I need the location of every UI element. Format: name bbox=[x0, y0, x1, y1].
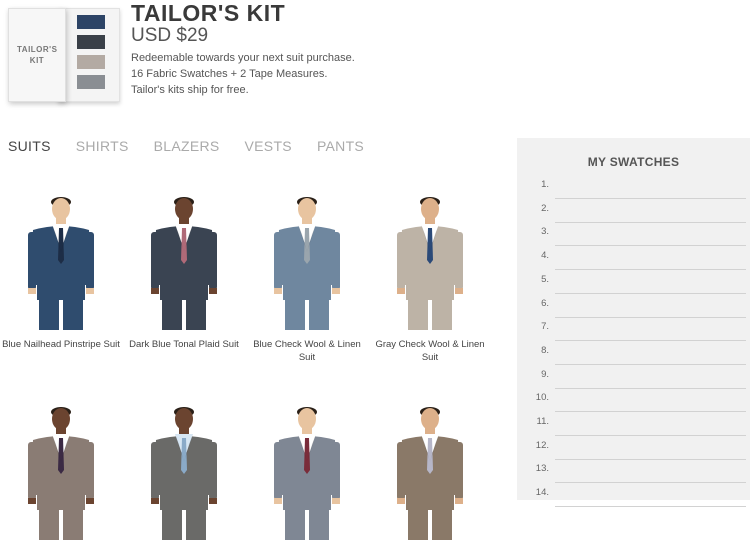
suit-figure-icon bbox=[28, 197, 94, 330]
kit-box-text: TAILOR'S KIT bbox=[17, 45, 58, 65]
swatch-slot[interactable]: 2. bbox=[517, 199, 750, 223]
swatch-slot[interactable]: 4. bbox=[517, 246, 750, 271]
suit-figure-icon bbox=[28, 407, 94, 540]
kit-price: USD $29 bbox=[131, 25, 209, 46]
tab-shirts[interactable]: SHIRTS bbox=[76, 138, 129, 154]
swatch-slot-number: 7. bbox=[541, 321, 549, 333]
fabric-swatch bbox=[77, 75, 105, 89]
suit-model-image bbox=[246, 400, 368, 540]
product-card[interactable]: Blue Nailhead Pinstripe Suit bbox=[0, 190, 122, 351]
suit-figure-icon bbox=[397, 407, 463, 540]
swatch-slot-number: 3. bbox=[541, 226, 549, 238]
swatch-slot[interactable]: 6. bbox=[517, 294, 750, 318]
suit-figure-icon bbox=[151, 197, 217, 330]
tailors-kit-image[interactable]: TAILOR'S KIT bbox=[8, 8, 120, 102]
suit-model-image bbox=[123, 400, 245, 540]
suit-model-image bbox=[369, 400, 491, 540]
swatch-slot[interactable]: 3. bbox=[517, 222, 750, 247]
swatch-slot-number: 9. bbox=[541, 368, 549, 380]
kit-description: Redeemable towards your next suit purcha… bbox=[131, 50, 355, 98]
my-swatches-title: MY SWATCHES bbox=[587, 155, 680, 169]
kit-desc-line: Redeemable towards your next suit purcha… bbox=[131, 52, 355, 64]
suit-model-image bbox=[246, 190, 368, 330]
swatch-slot-line bbox=[555, 506, 746, 508]
product-card[interactable]: Gray Check Wool & Linen Suit bbox=[369, 190, 491, 364]
product-name[interactable]: Gray Check Wool & Linen Suit bbox=[369, 338, 491, 364]
tab-suits[interactable]: SUITS bbox=[8, 138, 51, 154]
swatch-slot[interactable]: 11. bbox=[517, 412, 750, 436]
tab-blazers[interactable]: BLAZERS bbox=[154, 138, 220, 154]
suit-figure-icon bbox=[274, 407, 340, 540]
fabric-swatch bbox=[77, 35, 105, 49]
kit-title: TAILOR'S KIT bbox=[131, 0, 286, 26]
product-card[interactable] bbox=[123, 400, 245, 540]
suit-figure-icon bbox=[274, 197, 340, 330]
suit-model-image bbox=[123, 190, 245, 330]
swatch-slot[interactable]: 8. bbox=[517, 341, 750, 365]
suit-model-image bbox=[0, 400, 122, 540]
kit-desc-line: Tailor's kits ship for free. bbox=[131, 84, 249, 96]
swatch-slot-number: 11. bbox=[536, 416, 549, 427]
swatch-slot[interactable]: 12. bbox=[517, 436, 750, 460]
suit-figure-icon bbox=[397, 197, 463, 330]
product-card[interactable] bbox=[369, 400, 491, 540]
swatch-slot-number: 4. bbox=[541, 250, 549, 262]
kit-box-label: TAILOR'S KIT bbox=[8, 8, 66, 102]
product-card[interactable]: Dark Blue Tonal Plaid Suit bbox=[123, 190, 245, 351]
category-tabs: SUITS SHIRTS BLAZERS VESTS PANTS bbox=[8, 138, 389, 154]
swatch-slot-number: 6. bbox=[541, 297, 549, 309]
swatch-slot[interactable]: 14. bbox=[517, 483, 750, 508]
swatch-slot[interactable]: 7. bbox=[517, 317, 750, 342]
swatch-slot[interactable]: 13. bbox=[517, 459, 750, 484]
product-name[interactable]: Blue Nailhead Pinstripe Suit bbox=[0, 338, 122, 351]
product-card[interactable] bbox=[246, 400, 368, 540]
suit-model-image bbox=[369, 190, 491, 330]
product-name[interactable]: Blue Check Wool & Linen Suit bbox=[246, 338, 368, 364]
my-swatches-panel: MY SWATCHES 1. 2. 3. 4. 5. 6. 7. 8. 9. 10. 11. 12. 1… bbox=[517, 138, 750, 508]
swatch-slot[interactable]: 5. bbox=[517, 270, 750, 294]
product-card[interactable]: Blue Check Wool & Linen Suit bbox=[246, 190, 368, 364]
tab-vests[interactable]: VESTS bbox=[245, 138, 292, 154]
fabric-swatch bbox=[77, 55, 105, 69]
product-name[interactable]: Dark Blue Tonal Plaid Suit bbox=[123, 338, 245, 351]
swatch-slot[interactable]: 9. bbox=[517, 365, 750, 389]
swatch-slot-number: 13. bbox=[535, 463, 549, 475]
swatch-slot-number: 2. bbox=[541, 202, 549, 214]
kit-swatch-card bbox=[58, 8, 120, 102]
swatch-slot-number: 14. bbox=[535, 487, 549, 499]
swatch-slot-number: 12. bbox=[535, 439, 549, 451]
kit-desc-line: 16 Fabric Swatches + 2 Tape Measures. bbox=[131, 68, 328, 80]
swatch-slot-number: 1. bbox=[541, 179, 549, 190]
suit-figure-icon bbox=[151, 407, 217, 540]
fabric-swatch bbox=[77, 15, 105, 29]
swatch-slot[interactable]: 1. bbox=[517, 175, 750, 199]
swatch-slot-number: 5. bbox=[541, 273, 549, 285]
swatch-slot-number: 8. bbox=[541, 344, 549, 356]
suit-model-image bbox=[0, 190, 122, 330]
swatch-slot-number: 10. bbox=[535, 392, 549, 404]
tab-pants[interactable]: PANTS bbox=[317, 138, 364, 154]
swatch-slot[interactable]: 10. bbox=[517, 388, 750, 413]
product-card[interactable] bbox=[0, 400, 122, 540]
